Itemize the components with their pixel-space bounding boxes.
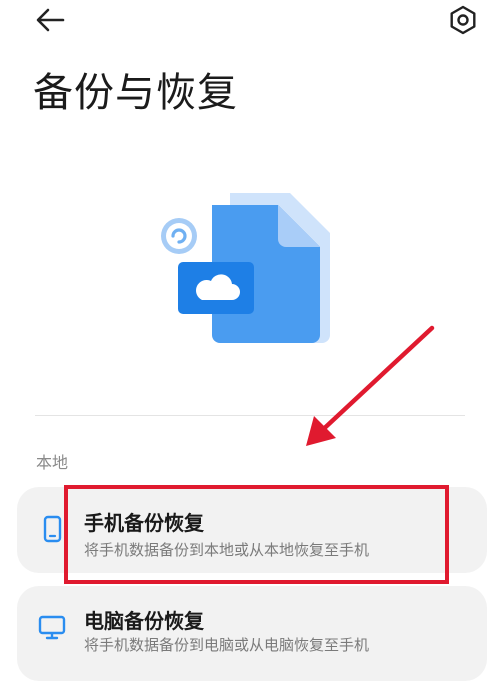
computer-monitor-icon <box>38 615 66 640</box>
phone-backup-description: 将手机数据备份到本地或从本地恢复至手机 <box>84 541 370 559</box>
settings-button[interactable] <box>446 3 480 37</box>
phone-backup-title: 手机备份恢复 <box>84 511 204 535</box>
hexagon-gear-icon <box>450 5 476 35</box>
pc-backup-title: 电脑备份恢复 <box>84 609 204 633</box>
page-title: 备份与恢复 <box>33 70 238 116</box>
top-bar <box>0 0 500 42</box>
back-button[interactable] <box>33 5 67 35</box>
phone-backup-restore-item[interactable]: 手机备份恢复 将手机数据备份到本地或从本地恢复至手机 <box>17 487 487 573</box>
arrow-left-icon <box>36 8 65 32</box>
cloud-file-backup-illustration <box>150 185 350 350</box>
pc-backup-restore-item[interactable]: 电脑备份恢复 将手机数据备份到电脑或从电脑恢复至手机 <box>17 586 487 681</box>
divider <box>35 415 465 416</box>
phone-icon <box>43 515 62 543</box>
section-label-local: 本地 <box>36 453 69 472</box>
pc-backup-description: 将手机数据备份到电脑或从电脑恢复至手机 <box>84 636 370 654</box>
